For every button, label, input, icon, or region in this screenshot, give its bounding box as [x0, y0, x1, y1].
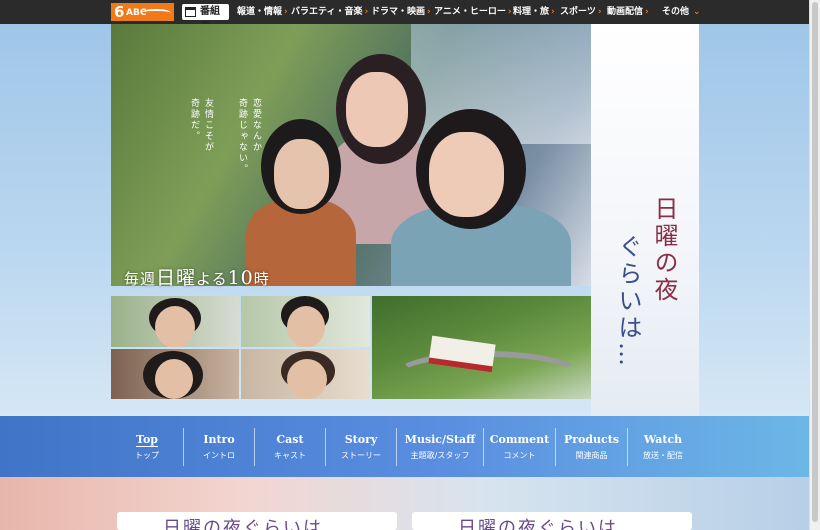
cast-thumbnail — [111, 349, 239, 399]
key-visual-photo — [111, 24, 591, 286]
logo-number: 6 — [114, 3, 125, 21]
abc-logo[interactable]: 6 ABC — [111, 3, 174, 21]
weekly-hour: 10 — [227, 267, 254, 289]
tab-label: Intro — [203, 433, 235, 446]
tab-label: Products — [563, 433, 620, 446]
tagline-line: 奇跡だ。 — [189, 98, 199, 142]
tab-sublabel: トップ — [135, 451, 159, 460]
chevron-right-icon: › — [645, 7, 649, 17]
chevron-right-icon: › — [551, 7, 555, 17]
weekly-text: 毎週 — [124, 270, 157, 288]
calendar-icon — [185, 7, 196, 17]
bus-scene-photo — [372, 296, 591, 399]
person-face — [274, 139, 329, 209]
cast-thumbnail — [241, 349, 370, 399]
tab-music-staff[interactable]: Music/Staff 主題歌/スタッフ — [397, 416, 483, 477]
chevron-down-icon: ⌄ — [693, 7, 701, 17]
tab-sublabel: ストーリー — [341, 451, 381, 460]
person-face — [429, 132, 504, 217]
tab-story[interactable]: Story ストーリー — [326, 416, 396, 477]
logo-swoosh-icon — [141, 9, 171, 17]
more-menu[interactable]: その他 ⌄ — [662, 0, 701, 24]
nav-item-video[interactable]: 動画配信 › — [607, 0, 649, 24]
tab-products[interactable]: Products 関連商品 — [556, 416, 627, 477]
tab-label: Top — [136, 433, 158, 446]
tab-top[interactable]: Top トップ — [111, 416, 183, 477]
nav-item-label: 動画配信 — [607, 7, 644, 17]
tab-watch[interactable]: Watch 放送・配信 — [628, 416, 698, 477]
nav-item-sports[interactable]: スポーツ › — [560, 0, 602, 24]
broadcast-time: 毎週日曜よる10時 — [124, 263, 270, 290]
cast-thumbnail — [241, 296, 370, 347]
nav-item-label: ドラマ・映画 — [371, 7, 426, 17]
tab-label: Cast — [276, 433, 304, 446]
nav-item-cooking[interactable]: 料理・旅 › — [513, 0, 555, 24]
tab-comment[interactable]: Comment コメント — [484, 416, 555, 477]
chevron-right-icon: › — [507, 7, 512, 17]
tab-sublabel: 放送・配信 — [643, 451, 683, 460]
chevron-right-icon: › — [364, 7, 369, 17]
drama-title-sub: ぐらいは… — [614, 234, 642, 369]
tab-sublabel: 主題歌/スタッフ — [410, 451, 470, 460]
banner-title: 日曜の夜ぐらいは — [163, 518, 323, 530]
tab-intro[interactable]: Intro イントロ — [184, 416, 254, 477]
scrollbar[interactable] — [809, 0, 820, 530]
weekly-text: 時 — [253, 270, 270, 288]
nav-item-label: スポーツ — [560, 7, 596, 17]
nav-item-drama[interactable]: ドラマ・映画 › — [371, 0, 431, 24]
nav-item-anime[interactable]: アニメ・ヒーロー › — [434, 0, 512, 24]
tagline-line: 友情こそが — [203, 98, 213, 153]
tab-cast[interactable]: Cast キャスト — [255, 416, 325, 477]
tab-sublabel: イントロ — [203, 451, 235, 460]
nav-item-label: 報道・情報 — [237, 7, 283, 17]
banner-card[interactable]: 日曜の夜ぐらいは — [412, 512, 692, 530]
nav-item-label: バラエティ・音楽 — [291, 7, 363, 17]
title-side-panel — [591, 24, 699, 416]
nav-item-label: 料理・旅 — [513, 7, 550, 17]
nav-item-label: アニメ・ヒーロー — [434, 7, 506, 17]
more-label: その他 — [662, 7, 690, 17]
tab-sublabel: 関連商品 — [575, 451, 608, 460]
cast-thumbnail — [111, 296, 239, 347]
chevron-right-icon: › — [597, 7, 602, 17]
tagline-line: 恋愛なんか — [251, 98, 261, 153]
person-face — [346, 72, 408, 147]
scrollbar-thumb[interactable] — [812, 2, 818, 522]
weekly-text: よる — [196, 270, 228, 288]
banner-card[interactable]: 日曜の夜ぐらいは — [117, 512, 397, 530]
tab-label: Music/Staff — [404, 433, 476, 446]
tab-sublabel: コメント — [503, 451, 536, 460]
banner-title: 日曜の夜ぐらいは — [458, 518, 618, 530]
nav-item-variety[interactable]: バラエティ・音楽 › — [291, 0, 368, 24]
tab-label: Comment — [489, 433, 550, 446]
chevron-right-icon: › — [284, 7, 288, 17]
drama-title: 日曜の夜 — [650, 196, 678, 304]
nav-item-news[interactable]: 報道・情報 › — [237, 0, 288, 24]
schedule-button[interactable]: 番組表 — [182, 4, 229, 33]
tab-label: Watch — [643, 433, 683, 446]
top-navigation-bar: 6 ABC 番組表 報道・情報› バラエティ・音楽› ドラマ・映画› アニメ・ヒ… — [0, 0, 810, 33]
tab-label: Story — [344, 433, 378, 446]
tagline-line: 奇跡じゃない。 — [237, 98, 247, 175]
weekly-day: 日曜 — [156, 267, 197, 289]
tab-sublabel: キャスト — [274, 451, 306, 460]
chevron-right-icon: › — [427, 7, 431, 17]
